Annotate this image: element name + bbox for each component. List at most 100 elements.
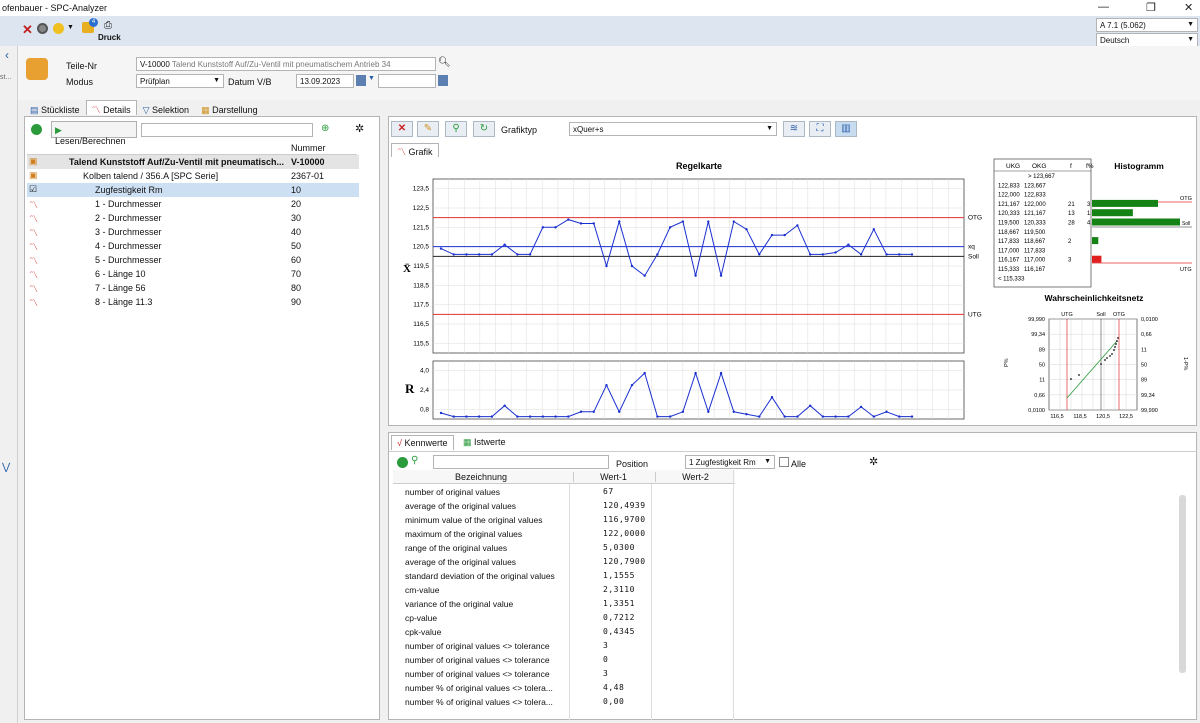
data-point [503, 243, 506, 246]
limit-label-otg: OTG [968, 215, 982, 222]
read-calculate-button[interactable]: ▶ Lesen/Berechnen [51, 121, 137, 146]
table-row[interactable]: average of the original values 120,7900 [393, 555, 733, 569]
table-row[interactable]: standard deviation of the original value… [393, 569, 733, 583]
smiley-icon[interactable] [53, 23, 64, 34]
tab-stueckliste[interactable]: ▤ Stückliste [24, 102, 86, 117]
part-no-field[interactable]: V-10000 Talend Kunststoff Auf/Zu-Ventil … [136, 57, 436, 71]
r-data-point [872, 415, 876, 418]
refresh-icon[interactable] [397, 457, 408, 468]
tree-row[interactable]: ▣ Talend Kunststoff Auf/Zu-Ventil mit pne… [27, 155, 359, 169]
prob-point [1111, 353, 1113, 355]
table-row[interactable]: number % of original values <> tolera...… [393, 681, 733, 695]
data-point [796, 224, 799, 227]
hist-cell: 120,333 [998, 211, 1020, 217]
tab-istwerte[interactable]: ▦ Istwerte [459, 437, 510, 452]
search-icon[interactable]: 🔍︎ [438, 57, 451, 68]
expand-icon[interactable]: ⋁ [2, 462, 10, 473]
table-row[interactable]: number of original values 67 [393, 485, 733, 499]
kennwerte-search-input[interactable] [433, 455, 609, 469]
hist-cell: > 123,667 [1028, 174, 1056, 180]
calendar-icon[interactable] [438, 75, 448, 86]
tree-row[interactable]: ▣ Kolben talend / 356.A [SPC Serie] 2367-0… [27, 169, 359, 183]
refresh-icon[interactable] [31, 124, 42, 135]
date-to-field[interactable] [378, 74, 436, 88]
tab-label: Darstellung [212, 105, 258, 115]
tree-row[interactable]: 〽 7 - Länge 56 80 [27, 281, 359, 295]
hist-cell: 123,667 [1024, 183, 1046, 189]
header-panel: Teile-Nr V-10000 Talend Kunststoff Auf/Z… [18, 46, 1200, 100]
tree-row[interactable]: 〽 6 - Länge 10 70 [27, 267, 359, 281]
chart-option-button-1[interactable]: ≋ [783, 121, 805, 137]
position-select[interactable]: 1 Zugfestigkeit Rm ▼ [685, 455, 775, 469]
hist-otg-label: OTG [1180, 196, 1192, 202]
tree-row[interactable]: 〽 2 - Durchmesser 30 [27, 211, 359, 225]
table-row[interactable]: cm-value 2,3110 [393, 583, 733, 597]
chart-type-select[interactable]: xQuer+s ▼ [569, 122, 777, 136]
tree-row[interactable]: 〽 8 - Länge 11.3 90 [27, 295, 359, 309]
scrollbar-thumb[interactable] [1179, 495, 1186, 673]
table-row[interactable]: number of original values <> tolerance 3 [393, 667, 733, 681]
chevron-left-icon[interactable]: ‹ [5, 48, 9, 62]
tree-row[interactable]: 〽 4 - Durchmesser 50 [27, 239, 359, 253]
close-window-button[interactable]: ✕ [1184, 1, 1193, 14]
find-button[interactable]: ⚲ [445, 121, 467, 137]
table-row[interactable]: minimum value of the original values 116,… [393, 513, 733, 527]
restore-button[interactable]: ❐ [1146, 1, 1156, 14]
tree-row[interactable]: ☑ Zugfestigkeit Rm 10 [27, 183, 359, 197]
hist-cell: 121,167 [998, 202, 1020, 208]
table-row[interactable]: number of original values <> tolerance 0 [393, 653, 733, 667]
version-select[interactable]: A 7.1 (5.062) ▼ [1096, 18, 1198, 32]
chart-option-button-2[interactable]: ⛶ [809, 121, 831, 137]
minimize-button[interactable]: — [1098, 1, 1109, 13]
print-label[interactable]: Druck [98, 33, 121, 42]
delete-button[interactable]: ✕ [391, 121, 413, 137]
table-row[interactable]: cp-value 0,7212 [393, 611, 733, 625]
prob-net-title: Wahrscheinlichkeitsnetz [1045, 293, 1144, 303]
tree-row[interactable]: 〽 5 - Durchmesser 60 [27, 253, 359, 267]
table-row[interactable]: number of original values <> tolerance 3 [393, 639, 733, 653]
tree-row[interactable]: 〽 3 - Durchmesser 40 [27, 225, 359, 239]
mode-select[interactable]: Prüfplan ▼ [136, 74, 224, 88]
y-tick-label: 120,5 [413, 244, 430, 251]
tree-row-number: 90 [291, 297, 302, 307]
data-point [745, 228, 748, 231]
chart-panel: ✕ ✎ ⚲ ↻ Grafiktyp xQuer+s ▼ ≋ ⛶ ▥ 〽 Grafi… [388, 116, 1197, 426]
table-row[interactable]: range of the original values 5,0300 [393, 541, 733, 555]
chart-option-button-3[interactable]: ▥ [835, 121, 857, 137]
tools-icon[interactable]: ✲ [355, 122, 364, 135]
date-field[interactable]: 13.09.2023 [296, 74, 354, 88]
chevron-down-icon[interactable]: ▼ [368, 75, 375, 82]
r-data-point [808, 404, 812, 407]
print-icon[interactable]: ⎙ [104, 20, 112, 31]
calendar-icon[interactable] [356, 75, 366, 86]
r-data-point [477, 415, 481, 418]
tab-darstellung[interactable]: ▦ Darstellung [195, 102, 264, 117]
table-row[interactable]: cpk-value 0,4345 [393, 625, 733, 639]
chart-icon: 〽 [29, 200, 39, 210]
tab-selektion[interactable]: ▽ Selektion [137, 102, 195, 117]
language-select[interactable]: Deutsch ▼ [1096, 33, 1198, 47]
row-label: cm-value [405, 585, 440, 595]
table-row[interactable]: number % of original values <> tolera...… [393, 695, 733, 709]
tab-grafik[interactable]: 〽 Grafik [391, 143, 439, 157]
tab-details[interactable]: 〽 Details [85, 100, 137, 115]
dropdown-arrow-icon[interactable]: ▼ [67, 24, 74, 31]
table-row[interactable]: maximum of the original values 122,0000 [393, 527, 733, 541]
edit-button[interactable]: ✎ [417, 121, 439, 137]
cancel-icon[interactable]: ✕ [22, 22, 33, 38]
search-plus-icon[interactable]: ⊕ [321, 123, 329, 134]
all-checkbox[interactable] [779, 457, 789, 467]
hist-cell: 115,333 [998, 267, 1020, 273]
tab-kennwerte[interactable]: √ Kennwerte [391, 435, 454, 450]
table-row[interactable]: variance of the original value 1,3351 [393, 597, 733, 611]
search-icon[interactable]: ⚲ [411, 455, 418, 466]
tools-icon[interactable]: ✲ [869, 455, 878, 468]
tree-search-input[interactable] [141, 123, 313, 137]
refresh-button[interactable]: ↻ [473, 121, 495, 137]
settings-icon[interactable] [37, 23, 48, 34]
data-point [477, 253, 481, 256]
tree-row[interactable]: 〽 1 - Durchmesser 20 [27, 197, 359, 211]
data-point [618, 220, 621, 223]
table-row[interactable]: average of the original values 120,4939 [393, 499, 733, 513]
r-axis-label: R [405, 381, 415, 396]
